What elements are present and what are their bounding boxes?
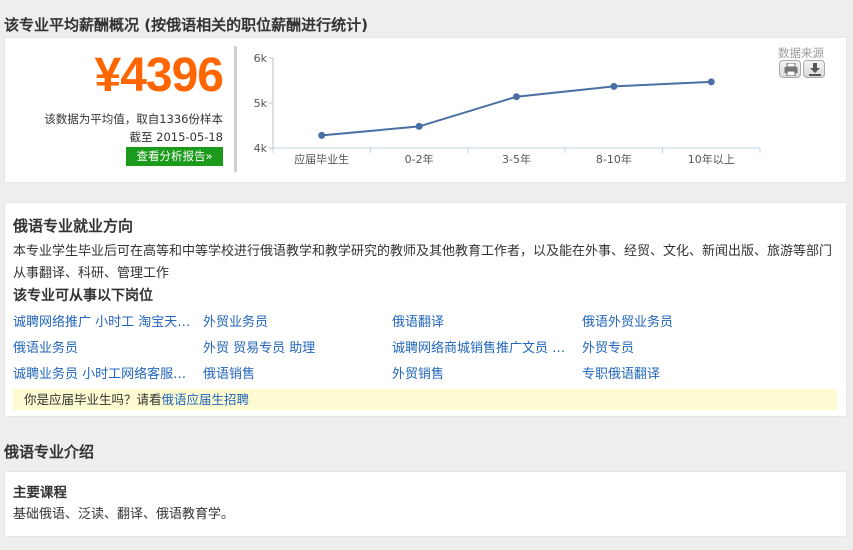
- job-link[interactable]: 俄语销售: [203, 363, 393, 382]
- data-point: [610, 82, 618, 90]
- intro-panel: 主要课程 基础俄语、泛读、翻译、俄语教育学。: [4, 471, 847, 537]
- y-tick-label: 6k: [254, 52, 268, 65]
- graduate-prompt-text: 你是应届毕业生吗？请看: [24, 392, 162, 407]
- y-tick-label: 5k: [254, 97, 268, 110]
- view-report-button[interactable]: 查看分析报告»: [126, 147, 223, 166]
- job-link[interactable]: 俄语翻译: [392, 311, 582, 330]
- job-row: 俄语业务员 外贸 贸易专员 助理 诚聘网络商城销售推广文员 … 外贸专员: [13, 335, 843, 361]
- job-link[interactable]: 专职俄语翻译: [582, 363, 772, 382]
- x-tick-label: 10年以上: [688, 152, 735, 166]
- salary-section-title: 该专业平均薪酬概况 (按俄语相关的职位薪酬进行统计): [4, 16, 368, 34]
- job-link[interactable]: 俄语业务员: [13, 337, 203, 356]
- courses-text: 基础俄语、泛读、翻译、俄语教育学。: [13, 507, 235, 522]
- employment-panel: 俄语专业就业方向 本专业学生毕业后可在高等和中等学校进行俄语教学和教学研究的教师…: [4, 202, 847, 417]
- sample-note: 该数据为平均值，取自1336份样本: [44, 112, 223, 126]
- job-link[interactable]: 外贸销售: [392, 363, 582, 382]
- job-link[interactable]: 诚聘业务员 小时工网络客服…: [13, 363, 203, 382]
- x-tick-label: 0-2年: [405, 152, 434, 166]
- job-link[interactable]: 外贸专员: [582, 337, 772, 356]
- salary-summary: ¥4396 该数据为平均值，取自1336份样本 截至 2015-05-18 查看…: [5, 38, 231, 182]
- salary-experience-chart: 4k 5k 6k 应届毕业生 0-2年 3-5年 8-10年 10年以上: [254, 52, 761, 166]
- intro-section-title: 俄语专业介绍: [4, 443, 95, 461]
- courses-title: 主要课程: [13, 485, 67, 501]
- job-link[interactable]: 诚聘网络商城销售推广文员 …: [392, 337, 582, 356]
- data-point: [513, 93, 520, 101]
- print-icon[interactable]: [779, 60, 801, 78]
- graduate-prompt-bar: 你是应届毕业生吗？请看俄语应届生招聘: [13, 389, 837, 410]
- job-link[interactable]: 诚聘网络推广 小时工 淘宝天…: [13, 311, 203, 330]
- y-tick-label: 4k: [254, 142, 268, 155]
- job-link[interactable]: 外贸业务员: [203, 311, 393, 330]
- graduate-recruit-link[interactable]: 俄语应届生招聘: [162, 392, 250, 407]
- series-line: [321, 80, 712, 137]
- data-source-label: 数据来源: [778, 46, 824, 60]
- job-row: 诚聘网络推广 小时工 淘宝天… 外贸业务员 俄语翻译 俄语外贸业务员: [13, 309, 843, 335]
- data-point: [415, 122, 423, 130]
- jobs-grid: 诚聘网络推广 小时工 淘宝天… 外贸业务员 俄语翻译 俄语外贸业务员 俄语业务员…: [13, 309, 843, 387]
- data-point: [707, 78, 715, 86]
- x-tick-label: 3-5年: [502, 152, 531, 166]
- job-link[interactable]: 俄语外贸业务员: [582, 311, 772, 330]
- job-row: 诚聘业务员 小时工网络客服… 俄语销售 外贸销售 专职俄语翻译: [13, 361, 843, 387]
- employment-description: 本专业学生毕业后可在高等和中等学校进行俄语教学和教学研究的教师及其他教育工作者，…: [13, 244, 833, 281]
- x-tick-label: 8-10年: [596, 152, 632, 166]
- job-link[interactable]: 外贸 贸易专员 助理: [203, 337, 393, 356]
- data-point: [318, 131, 326, 139]
- jobs-title: 该专业可从事以下岗位: [13, 288, 153, 304]
- average-salary: ¥4396: [94, 49, 224, 102]
- download-icon[interactable]: [803, 60, 825, 78]
- employment-title: 俄语专业就业方向: [13, 217, 134, 235]
- salary-panel: ¥4396 该数据为平均值，取自1336份样本 截至 2015-05-18 查看…: [4, 37, 847, 183]
- x-tick-label: 应届毕业生: [294, 152, 349, 166]
- data-date: 截至 2015-05-18: [129, 130, 224, 144]
